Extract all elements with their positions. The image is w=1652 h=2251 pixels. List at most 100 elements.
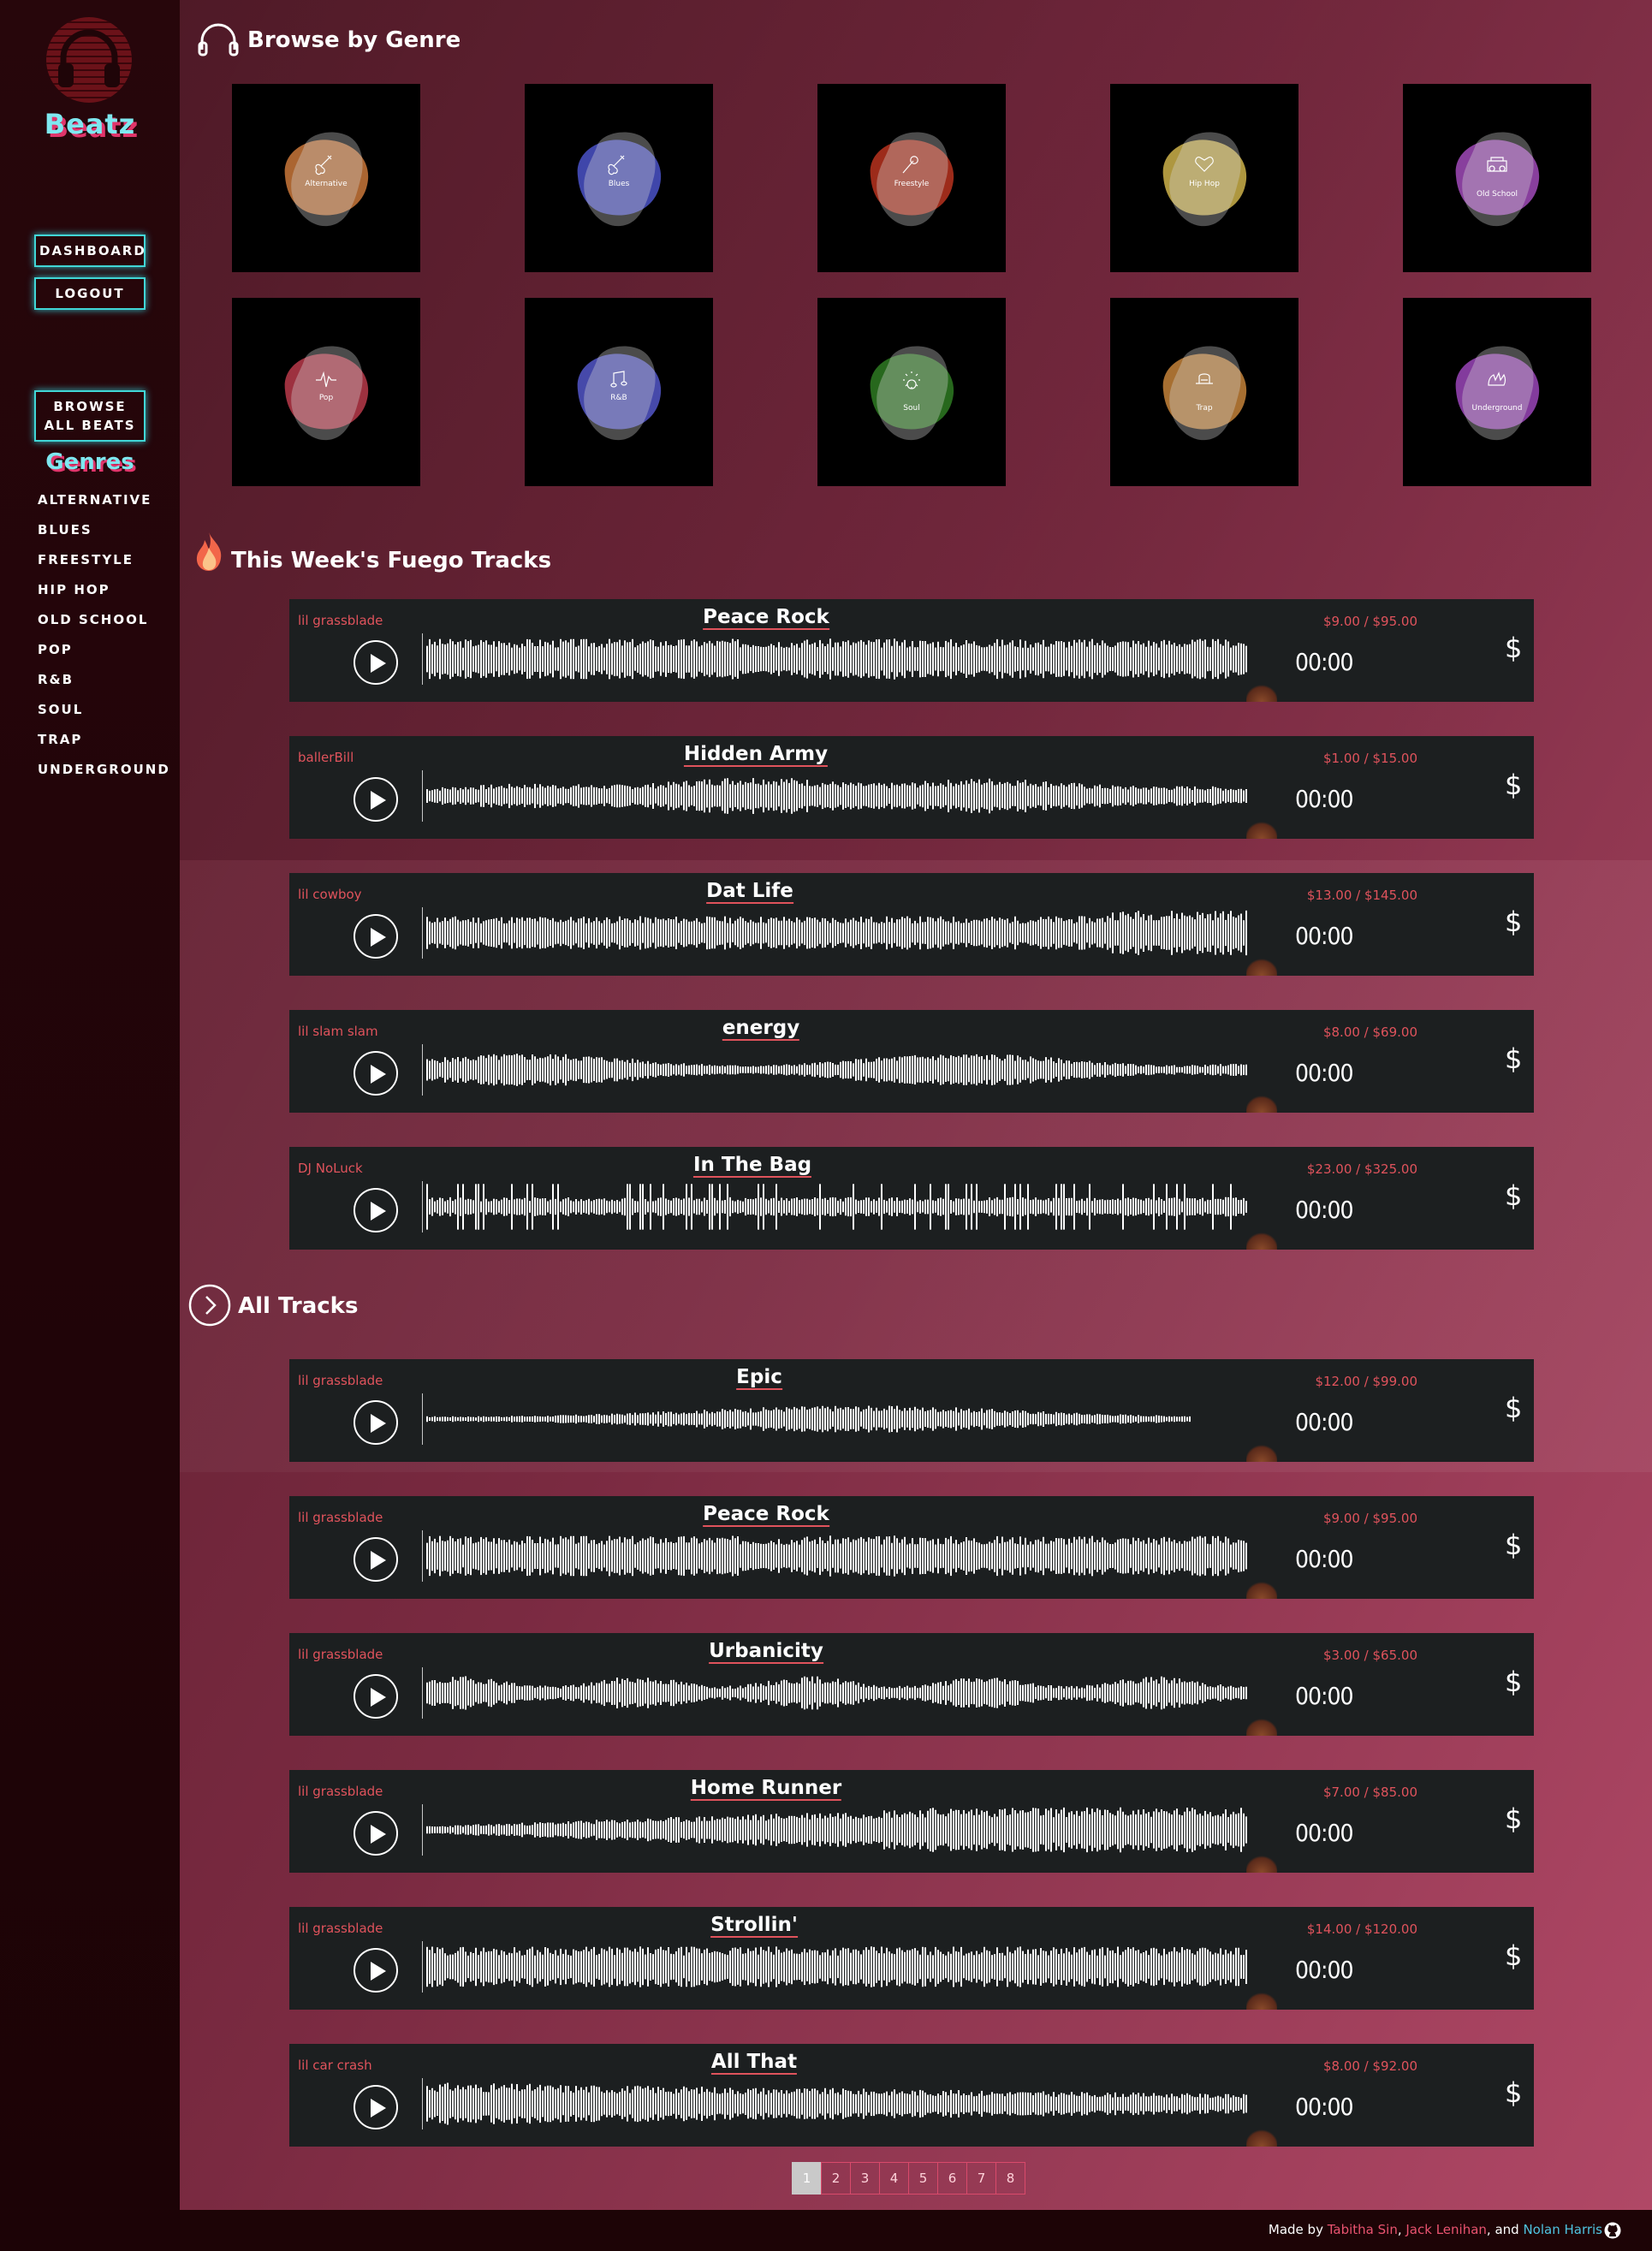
waveform[interactable] (422, 770, 1261, 822)
waveform[interactable] (422, 1044, 1261, 1096)
buy-dollar-icon[interactable]: $ (1505, 1666, 1522, 1698)
play-button[interactable] (354, 914, 398, 959)
play-button[interactable] (354, 1400, 398, 1445)
genre-link[interactable]: UNDERGROUND (38, 759, 170, 789)
track-artist[interactable]: lil grassblade (298, 1373, 383, 1388)
page-7-button[interactable]: 7 (966, 2162, 996, 2195)
buy-dollar-icon[interactable]: $ (1505, 2076, 1522, 2109)
track-title[interactable]: In The Bag (692, 1154, 812, 1178)
waveform[interactable] (422, 633, 1261, 685)
track-title[interactable]: All That (710, 2051, 798, 2075)
page-5-button[interactable]: 5 (908, 2162, 938, 2195)
buy-dollar-icon[interactable]: $ (1505, 769, 1522, 801)
play-button[interactable] (354, 2085, 398, 2129)
track-title[interactable]: energy (722, 1017, 800, 1041)
buy-dollar-icon[interactable]: $ (1505, 906, 1522, 938)
logout-button[interactable]: LOGOUT (34, 277, 146, 310)
browse-all-beats-button[interactable]: BROWSE ALL BEATS (34, 390, 146, 442)
track-title[interactable]: Hidden Army (683, 743, 829, 767)
genre-tile[interactable]: Old School (1403, 84, 1591, 272)
track-title[interactable]: Peace Rock (703, 1503, 829, 1527)
genre-tile[interactable]: Soul (817, 298, 1006, 486)
play-button[interactable] (354, 1948, 398, 1993)
genre-tile[interactable]: Pop (232, 298, 420, 486)
track-title[interactable]: Epic (736, 1366, 782, 1390)
buy-dollar-icon[interactable]: $ (1505, 1042, 1522, 1075)
waveform[interactable] (422, 1393, 1261, 1445)
play-button[interactable] (354, 1537, 398, 1582)
track-artist[interactable]: ballerBill (298, 750, 354, 765)
author-link-tabitha[interactable]: Tabitha Sin (1328, 2222, 1398, 2237)
genre-link[interactable]: ALTERNATIVE (38, 490, 170, 520)
genre-link[interactable]: POP (38, 639, 170, 669)
genre-link[interactable]: FREESTYLE (38, 549, 170, 579)
waveform[interactable] (422, 907, 1261, 959)
genre-tile[interactable]: Trap (1110, 298, 1298, 486)
page-6-button[interactable]: 6 (937, 2162, 967, 2195)
track-artist[interactable]: lil slam slam (298, 1024, 378, 1039)
buy-dollar-icon[interactable]: $ (1505, 1179, 1522, 1212)
genre-link[interactable]: HIP HOP (38, 579, 170, 609)
play-button[interactable] (354, 1811, 398, 1856)
github-icon[interactable] (1604, 2222, 1621, 2239)
track-artist[interactable]: lil cowboy (298, 887, 362, 902)
page-8-button[interactable]: 8 (995, 2162, 1025, 2195)
waveform[interactable] (422, 1181, 1261, 1232)
genre-link[interactable]: SOUL (38, 699, 170, 729)
track-artist[interactable]: lil grassblade (298, 1510, 383, 1525)
buy-dollar-icon[interactable]: $ (1505, 1939, 1522, 1972)
waveform[interactable] (422, 2078, 1261, 2129)
genre-tile[interactable]: Blues (525, 84, 713, 272)
genre-tile[interactable]: Underground (1403, 298, 1591, 486)
footer: Made by Tabitha Sin, Jack Lenihan, and N… (180, 2210, 1652, 2251)
genre-link[interactable]: BLUES (38, 520, 170, 549)
genre-link[interactable]: R&B (38, 669, 170, 699)
play-button[interactable] (354, 777, 398, 822)
track-artist[interactable]: lil grassblade (298, 1784, 383, 1799)
brand-name[interactable]: Beatz (0, 108, 180, 140)
waveform[interactable] (422, 1530, 1261, 1582)
page-2-button[interactable]: 2 (821, 2162, 851, 2195)
page-1-button[interactable]: 1 (792, 2162, 822, 2195)
track-title[interactable]: Strollin' (710, 1914, 798, 1938)
track-title[interactable]: Urbanicity (709, 1640, 823, 1664)
track-time: 00:00 (1295, 1682, 1354, 1710)
genre-link[interactable]: OLD SCHOOL (38, 609, 170, 639)
author-link-jack[interactable]: Jack Lenihan (1405, 2222, 1487, 2237)
genre-tile[interactable]: Hip Hop (1110, 84, 1298, 272)
play-button[interactable] (354, 640, 398, 685)
genre-blob (284, 132, 369, 227)
play-button[interactable] (354, 1674, 398, 1719)
headphones-logo-icon[interactable] (45, 15, 134, 104)
track-artist[interactable]: DJ NoLuck (298, 1161, 363, 1176)
buy-dollar-icon[interactable]: $ (1505, 1392, 1522, 1424)
track-artist[interactable]: lil grassblade (298, 1921, 383, 1936)
waveform[interactable] (422, 1941, 1261, 1993)
track-artist[interactable]: lil grassblade (298, 1647, 383, 1662)
waveform[interactable] (422, 1804, 1261, 1856)
track-card: lil car crash All That $8.00 / $92.00 00:00… (289, 2044, 1534, 2147)
page-4-button[interactable]: 4 (879, 2162, 909, 2195)
buy-dollar-icon[interactable]: $ (1505, 1803, 1522, 1835)
page-3-button[interactable]: 3 (850, 2162, 880, 2195)
buy-dollar-icon[interactable]: $ (1505, 1529, 1522, 1561)
track-artist[interactable]: lil grassblade (298, 613, 383, 628)
play-button[interactable] (354, 1051, 398, 1096)
track-time: 00:00 (1295, 785, 1354, 813)
waveform[interactable] (422, 1667, 1261, 1719)
track-title[interactable]: Peace Rock (703, 606, 829, 630)
genre-link[interactable]: TRAP (38, 729, 170, 759)
track-price: $7.00 / $85.00 (1322, 1785, 1417, 1800)
track-title[interactable]: Dat Life (706, 880, 793, 904)
genre-tile[interactable]: Freestyle (817, 84, 1006, 272)
genre-tile[interactable]: R&B (525, 298, 713, 486)
track-time: 00:00 (1295, 2093, 1354, 2121)
play-button[interactable] (354, 1188, 398, 1232)
buy-dollar-icon[interactable]: $ (1505, 632, 1522, 664)
genre-tile[interactable]: Alternative (232, 84, 420, 272)
author-link-nolan[interactable]: Nolan Harris (1523, 2222, 1602, 2237)
track-time: 00:00 (1295, 1196, 1354, 1224)
track-title[interactable]: Home Runner (690, 1777, 842, 1801)
track-artist[interactable]: lil car crash (298, 2058, 372, 2073)
dashboard-button[interactable]: DASHBOARD (34, 235, 146, 267)
